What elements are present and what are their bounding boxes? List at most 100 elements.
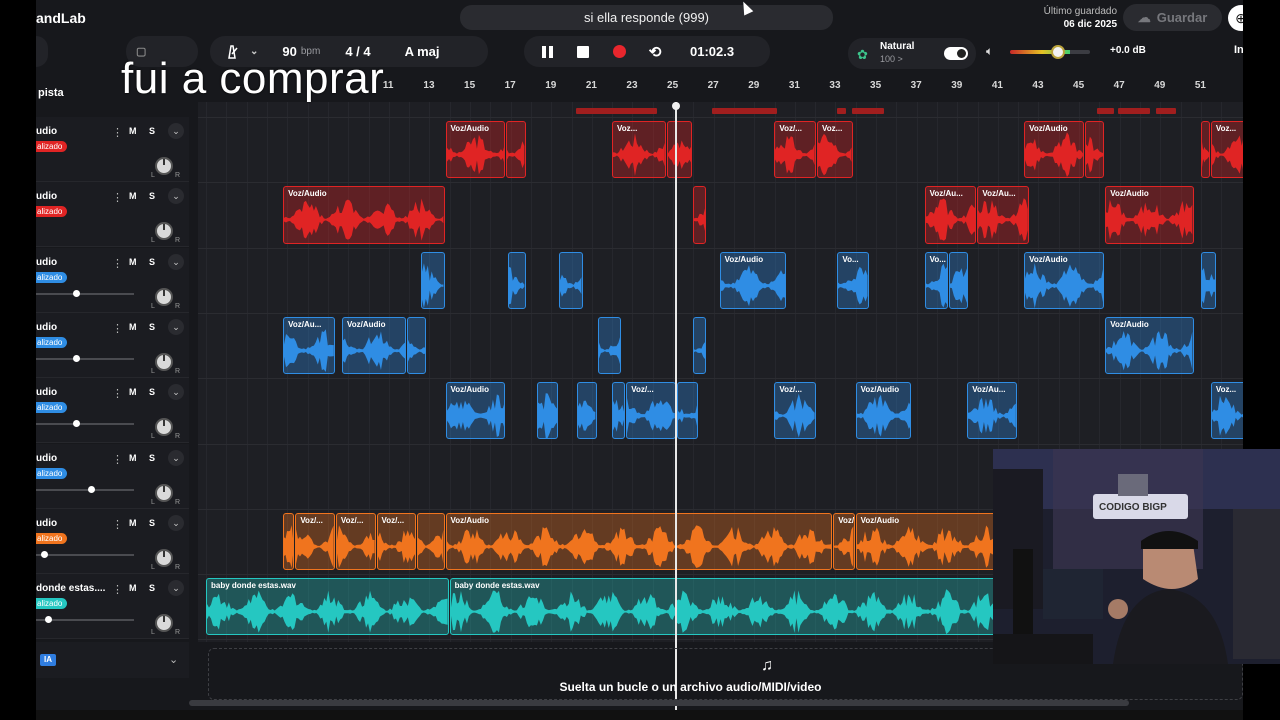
mute-button[interactable]: M <box>129 191 137 201</box>
solo-button[interactable]: S <box>149 518 155 528</box>
speaker-icon[interactable]: 🔈︎ <box>986 44 993 59</box>
playhead[interactable] <box>672 102 680 710</box>
mute-button[interactable]: M <box>129 322 137 332</box>
chevron-down-icon[interactable]: ⌄ <box>168 188 184 205</box>
track-header[interactable]: udio alizado ⋮ M S ⌄ L R <box>36 312 189 378</box>
track-name[interactable]: udio <box>36 257 57 268</box>
track-instrument-badge[interactable]: alizado <box>36 532 68 544</box>
audio-clip[interactable]: Voz/... <box>295 512 335 571</box>
audio-clip[interactable] <box>1200 121 1210 179</box>
track-instrument-badge[interactable]: alizado <box>36 206 68 218</box>
region-marker[interactable] <box>851 108 885 114</box>
audio-clip[interactable] <box>536 382 559 440</box>
audio-clip[interactable]: baby donde estas.wav <box>206 578 449 636</box>
track-instrument-badge[interactable]: alizado <box>36 402 68 414</box>
track-name[interactable]: udio <box>36 191 57 202</box>
audio-clip[interactable]: Voz... <box>817 121 853 179</box>
solo-button[interactable]: S <box>149 126 155 136</box>
audio-clip[interactable]: Voz/... <box>335 512 376 571</box>
audio-clip[interactable]: Voz/... <box>774 382 817 440</box>
track-header[interactable]: udio alizado ⋮ M S ⌄ L R <box>36 378 189 444</box>
region-marker[interactable] <box>575 108 657 114</box>
chevron-down-icon[interactable]: ⌄ <box>168 514 184 531</box>
track-instrument-badge[interactable]: alizado <box>36 336 68 348</box>
track-volume-slider[interactable] <box>36 289 134 297</box>
audio-clip[interactable]: Voz/... <box>774 121 817 179</box>
solo-button[interactable]: S <box>149 387 155 397</box>
audio-clip[interactable] <box>666 121 693 179</box>
audio-clip[interactable]: Voz/Audio <box>283 186 445 244</box>
chevron-down-icon[interactable]: ⌄ <box>168 384 184 401</box>
chevron-down-icon[interactable]: ⌄ <box>169 653 178 666</box>
audio-clip[interactable]: Voz/Audio <box>445 512 833 571</box>
loop-button[interactable]: ⟲ <box>644 41 666 63</box>
solo-button[interactable]: S <box>149 453 155 463</box>
audio-clip[interactable] <box>421 251 445 309</box>
track-instrument-badge[interactable]: alizado <box>36 467 68 479</box>
audio-clip[interactable]: Voz/Au... <box>977 186 1030 244</box>
effects-preset[interactable]: ✿ Natural 100 > <box>848 38 976 69</box>
horizontal-scrollbar[interactable] <box>189 700 1129 706</box>
pan-knob[interactable] <box>155 222 173 241</box>
audio-clip[interactable] <box>559 251 583 309</box>
audio-clip[interactable] <box>612 382 626 440</box>
track-instrument-badge[interactable]: alizado <box>36 598 68 610</box>
region-marker[interactable] <box>1117 108 1151 114</box>
track-header[interactable]: udio alizado ⋮ M S ⌄ L R <box>36 182 189 248</box>
audio-clip[interactable] <box>283 512 295 571</box>
pan-knob[interactable] <box>155 418 173 437</box>
audio-clip[interactable] <box>676 382 699 440</box>
audio-clip[interactable]: Voz... <box>1210 382 1243 440</box>
audio-clip[interactable] <box>693 316 707 375</box>
audio-clip[interactable]: Voz/Au... <box>967 382 1017 440</box>
preset-toggle[interactable] <box>944 47 968 60</box>
track-volume-slider[interactable] <box>36 616 134 624</box>
audio-clip[interactable]: Voz/Audio <box>1105 186 1194 244</box>
track-name[interactable]: udio <box>36 453 57 464</box>
audio-clip[interactable]: Voz/Au... <box>283 316 335 375</box>
chevron-down-icon[interactable]: ⌄ <box>168 253 184 270</box>
track-volume-slider[interactable] <box>36 354 134 362</box>
pan-knob[interactable] <box>155 614 173 633</box>
track-header[interactable]: udio alizado ⋮ M S ⌄ L R <box>36 247 189 313</box>
track-volume-slider[interactable] <box>36 550 134 558</box>
audio-clip[interactable] <box>506 121 526 179</box>
pause-button[interactable] <box>536 41 558 63</box>
pan-knob[interactable] <box>155 287 173 306</box>
region-marker[interactable] <box>1156 108 1177 114</box>
audio-clip[interactable]: Vo... <box>837 251 869 309</box>
more-options-icon[interactable]: ⋮ <box>112 387 123 400</box>
solo-button[interactable]: S <box>149 322 155 332</box>
audio-clip[interactable]: Voz/... <box>626 382 676 440</box>
more-options-icon[interactable]: ⋮ <box>112 257 123 270</box>
master-volume-slider[interactable] <box>1010 45 1090 59</box>
audio-clip[interactable]: Voz/Audio <box>719 251 786 309</box>
record-button[interactable] <box>608 41 630 63</box>
more-options-icon[interactable]: ⋮ <box>112 583 123 596</box>
mute-button[interactable]: M <box>129 126 137 136</box>
track-header[interactable]: udio alizado ⋮ M S ⌄ L R <box>36 508 189 574</box>
save-button[interactable]: ☁ Guardar <box>1123 4 1222 31</box>
track-name[interactable]: udio <box>36 518 57 529</box>
track-instrument-badge[interactable]: alizado <box>36 141 68 152</box>
audio-clip[interactable]: Voz/... <box>376 512 417 571</box>
audio-clip[interactable] <box>406 316 427 375</box>
pan-knob[interactable] <box>155 157 173 175</box>
track-name[interactable]: udio <box>36 322 57 333</box>
sidebar-toggle-button[interactable] <box>36 36 48 67</box>
audio-clip[interactable]: Vo... <box>924 251 948 309</box>
audio-clip[interactable] <box>693 186 707 244</box>
track-instrument-badge[interactable]: alizado <box>36 271 68 283</box>
audio-clip[interactable] <box>1200 251 1216 309</box>
track-header[interactable]: donde estas.... alizado ⋮ M S ⌄ L R <box>36 574 189 640</box>
audio-clip[interactable] <box>508 251 526 309</box>
audio-clip[interactable]: Voz/Audio <box>1024 251 1105 309</box>
mute-button[interactable]: M <box>129 518 137 528</box>
more-options-icon[interactable]: ⋮ <box>112 126 123 139</box>
ia-section[interactable]: IA ⌄ <box>36 642 189 678</box>
audio-clip[interactable]: Voz/... <box>833 512 855 571</box>
track-name[interactable]: donde estas.... <box>36 583 105 594</box>
more-options-icon[interactable]: ⋮ <box>112 191 123 204</box>
audio-clip[interactable] <box>577 382 597 440</box>
pan-knob[interactable] <box>155 548 173 567</box>
